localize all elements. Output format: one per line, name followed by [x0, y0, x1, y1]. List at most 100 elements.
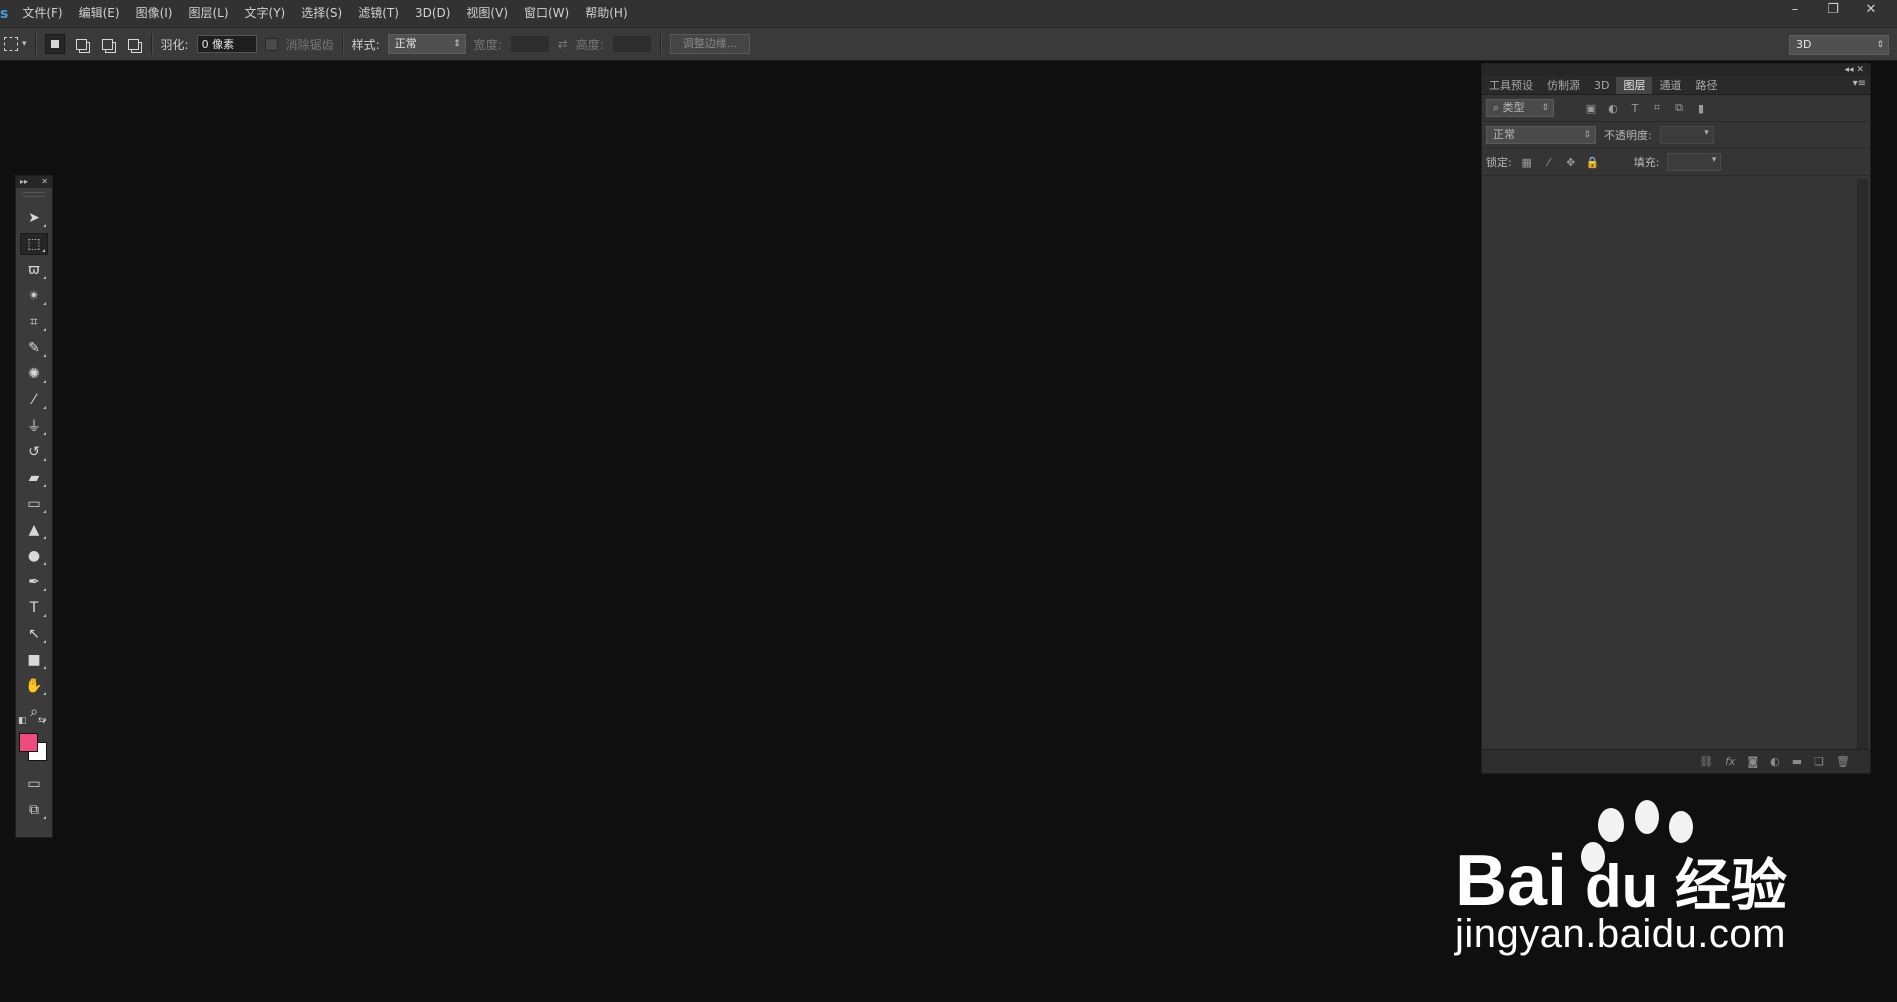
adjustment-icon[interactable]: ◐	[1770, 755, 1780, 768]
link-icon[interactable]: ⛓	[1699, 755, 1713, 768]
rect-marquee-icon: ⬚	[27, 236, 41, 252]
screen-mode-icon: ⧉	[29, 802, 39, 818]
watermark-brand-cn: 经验	[1675, 854, 1787, 919]
filter-type-icon[interactable]: T	[1628, 101, 1642, 115]
collapse-icon[interactable]: ▸▸	[20, 176, 28, 188]
type-tool[interactable]: T	[20, 597, 48, 619]
lock-position-icon[interactable]: ✥	[1564, 155, 1578, 169]
lock-image-icon[interactable]: ⁄	[1542, 155, 1556, 169]
swap-dimensions-icon[interactable]: ⇄	[558, 37, 568, 51]
rectangle-shape-tool[interactable]: ■	[20, 649, 48, 671]
close-panel-icon[interactable]: ✕	[41, 176, 48, 188]
color-swatches: ◧ ⇆	[16, 716, 52, 769]
tab-channels[interactable]: 通道	[1652, 77, 1688, 94]
move-tool[interactable]: ➤	[20, 207, 48, 229]
tab-layers[interactable]: 图层	[1616, 77, 1653, 94]
menu-3d[interactable]: 3D(D)	[407, 0, 458, 27]
opacity-input[interactable]	[1659, 126, 1714, 144]
layer-filter-row: ⌕ 类型 ▣ ◐ T ⌗ ⧉ ▮	[1482, 95, 1870, 122]
foreground-color-swatch[interactable]	[19, 733, 38, 752]
brush-tool[interactable]: ⁄	[20, 389, 48, 411]
lock-transparent-icon[interactable]: ▦	[1520, 155, 1534, 169]
filter-toggle-icon[interactable]: ▮	[1694, 101, 1708, 115]
dodge-tool[interactable]: ●	[20, 545, 48, 567]
zoom-icon: ⌕	[30, 704, 38, 720]
layers-panel-header: ◂◂ ✕	[1482, 64, 1870, 76]
style-label: 样式:	[351, 37, 380, 52]
tool-preset-picker-icon[interactable]	[4, 37, 18, 51]
path-selection-tool[interactable]: ↖	[20, 623, 48, 645]
new-selection-button[interactable]	[44, 34, 65, 54]
filter-adjustment-icon[interactable]: ◐	[1606, 101, 1620, 115]
blur-tool[interactable]: ▲	[20, 519, 48, 541]
width-input[interactable]	[509, 35, 550, 53]
menu-layer[interactable]: 图层(L)	[180, 0, 236, 27]
pen-tool[interactable]: ✒	[20, 571, 48, 593]
close-panel-icon[interactable]: ✕	[1856, 65, 1864, 75]
menu-image[interactable]: 图像(I)	[128, 0, 181, 27]
workspace-select[interactable]: 3D	[1789, 35, 1889, 55]
style-select[interactable]: 正常	[387, 34, 466, 54]
healing-brush-tool[interactable]: ✺	[20, 363, 48, 385]
subtract-selection-button[interactable]	[99, 35, 117, 53]
fill-input[interactable]	[1667, 153, 1722, 171]
tab-3d[interactable]: 3D	[1587, 77, 1616, 94]
blend-mode-select[interactable]: 正常	[1486, 126, 1596, 144]
add-selection-button[interactable]	[73, 35, 91, 53]
history-brush-tool[interactable]: ↺	[20, 441, 48, 463]
quick-mask-icon: ▭	[27, 776, 41, 792]
clone-stamp-tool[interactable]: ⏚	[20, 415, 48, 437]
filter-smart-object-icon[interactable]: ⧉	[1672, 101, 1686, 115]
folder-icon[interactable]: ▬	[1792, 755, 1802, 768]
lock-all-icon[interactable]: 🔒	[1586, 155, 1600, 169]
lasso-tool[interactable]: ϖ	[20, 259, 48, 281]
menu-filter[interactable]: 滤镜(T)	[350, 0, 407, 27]
close-button[interactable]: ✕	[1857, 0, 1885, 18]
default-colors-icon[interactable]: ◧	[18, 716, 27, 726]
eraser-tool[interactable]: ▰	[20, 467, 48, 489]
tab-clone-source[interactable]: 仿制源	[1540, 77, 1587, 94]
filter-pixel-icon[interactable]: ▣	[1584, 101, 1598, 115]
collapse-icon[interactable]: ◂◂	[1845, 65, 1854, 75]
app-logo: s	[0, 5, 9, 22]
menu-help[interactable]: 帮助(H)	[577, 0, 635, 27]
feather-input[interactable]: 0 像素	[196, 35, 257, 53]
panel-grip[interactable]	[23, 192, 45, 197]
intersect-selection-button[interactable]	[125, 35, 143, 53]
trash-icon[interactable]: 🗑	[1836, 755, 1850, 768]
menu-file[interactable]: 文件(F)	[14, 0, 70, 27]
restore-button[interactable]: ❐	[1819, 0, 1847, 18]
hand-tool[interactable]: ✋	[20, 675, 48, 697]
new-layer-icon[interactable]: ❏	[1814, 755, 1824, 768]
tab-tool-presets[interactable]: 工具预设	[1482, 77, 1540, 94]
filter-kind-select[interactable]: ⌕ 类型	[1486, 99, 1554, 117]
magic-wand-tool[interactable]: ✴	[20, 285, 48, 307]
crop-tool[interactable]: ⌗	[20, 311, 48, 333]
move-icon: ➤	[28, 210, 40, 226]
menu-window[interactable]: 窗口(W)	[516, 0, 577, 27]
mask-icon[interactable]: ◙	[1747, 755, 1758, 768]
refine-edge-button[interactable]: 调整边缘...	[669, 34, 751, 54]
menu-edit[interactable]: 编辑(E)	[71, 0, 128, 27]
panel-tabs: 工具预设 仿制源 3D 图层 通道 路径 ▾≡	[1482, 76, 1870, 95]
fx-icon[interactable]: fx	[1725, 755, 1735, 768]
minimize-button[interactable]: –	[1781, 0, 1809, 18]
menu-select[interactable]: 选择(S)	[293, 0, 350, 27]
tab-paths[interactable]: 路径	[1688, 77, 1724, 94]
menu-view[interactable]: 视图(V)	[458, 0, 516, 27]
swap-colors-icon[interactable]: ⇆	[38, 716, 46, 726]
eyedropper-tool[interactable]: ✎	[20, 337, 48, 359]
filter-shape-icon[interactable]: ⌗	[1650, 101, 1664, 115]
antialias-checkbox[interactable]	[264, 37, 278, 51]
rect-marquee-tool[interactable]: ⬚	[20, 233, 48, 255]
panel-menu-icon[interactable]: ▾≡	[1853, 78, 1866, 89]
layers-scrollbar[interactable]	[1857, 179, 1868, 749]
gradient-tool[interactable]: ▭	[20, 493, 48, 515]
watermark-brand-right: du	[1585, 853, 1658, 920]
screen-mode-button[interactable]: ⧉	[20, 799, 48, 821]
chevron-down-icon[interactable]: ▾	[22, 39, 27, 49]
quick-mask-button[interactable]: ▭	[20, 773, 48, 795]
height-input[interactable]	[611, 35, 652, 53]
menu-type[interactable]: 文字(Y)	[237, 0, 294, 27]
blend-row: 正常 不透明度:	[1482, 122, 1870, 149]
